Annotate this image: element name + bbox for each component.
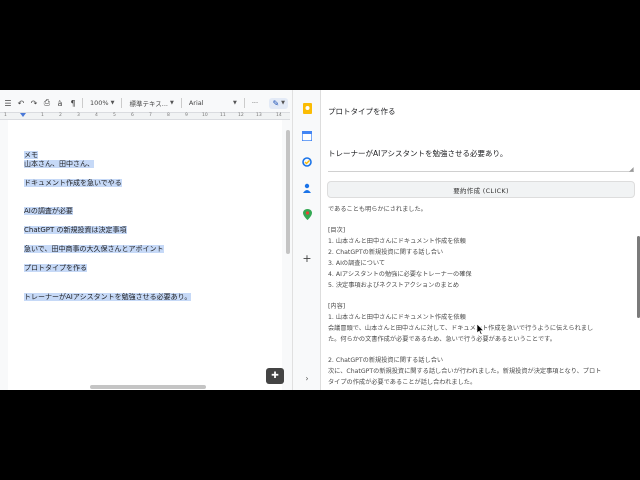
editing-mode-button[interactable]: ✎ ▼ [269, 97, 288, 109]
add-addon-icon[interactable]: + [301, 252, 313, 265]
toolbar-divider [243, 98, 245, 108]
ruler[interactable]: 1 1 2 3 4 5 6 7 8 9 10 11 12 13 14 [0, 112, 290, 120]
zoom-value: 100% [90, 99, 109, 107]
document-pane: ☰ ↶ ↷ ⎙ ȧ ¶ 100% ▼ 標準テキス... ▼ Arial ▼ ··· ✎… [0, 90, 292, 390]
indent-marker-icon[interactable] [20, 113, 26, 117]
ruler-tick: 7 [149, 113, 152, 118]
add-comment-button[interactable]: ✚ [266, 368, 284, 384]
side-panel-strip: + › [292, 90, 320, 390]
output-line: 4. AIアシスタントの勉強に必要なトレーナーの確保 [328, 271, 472, 278]
ruler-tick: 1 [4, 113, 7, 118]
chevron-down-icon: ▼ [169, 100, 174, 106]
doc-horizontal-scrollbar[interactable] [90, 385, 206, 389]
selected-text: プロトタイプを作る [24, 264, 87, 272]
selected-text: 急いで、田中商事の大久保さんとアポイント [24, 245, 164, 253]
font-value: Arial [188, 99, 204, 107]
generate-summary-button[interactable]: 要約作成 (CLICK) [327, 181, 635, 198]
mouse-pointer-icon [477, 324, 485, 335]
output-line: た。何らかの文書作成が必要であるため、急いで行う必要があるということです。 [328, 336, 556, 343]
selected-text: ドキュメント作成を急いでやる [24, 179, 122, 187]
app-frame: ☰ ↶ ↷ ⎙ ȧ ¶ 100% ▼ 標準テキス... ▼ Arial ▼ ··· ✎… [0, 90, 640, 390]
document-page[interactable]: メモ 山本さん、田中さん、 ドキュメント作成を急いでやる AIの調査が必要 Ch… [8, 120, 282, 390]
contacts-icon[interactable] [301, 182, 313, 194]
maps-icon[interactable] [301, 208, 313, 220]
zoom-select[interactable]: 100% ▼ [90, 99, 114, 107]
calendar-icon[interactable] [301, 130, 313, 142]
doc-toolbar: ☰ ↶ ↷ ⎙ ȧ ¶ 100% ▼ 標準テキス... ▼ Arial ▼ ··· ✎… [0, 94, 292, 112]
selected-text: ChatGPT の新規投資は決定事項 [24, 226, 127, 234]
output-line: 1. 山本さんと田中さんにドキュメント作成を依頼 [328, 238, 466, 245]
print-icon[interactable]: ⎙ [42, 98, 52, 108]
ruler-tick: 14 [276, 113, 282, 118]
ruler-tick: 10 [202, 113, 208, 118]
redo-icon[interactable]: ↷ [29, 98, 39, 108]
output-line: 5. 決定事項およびネクストアクションのまとめ [328, 282, 460, 289]
tasks-icon[interactable] [301, 156, 313, 168]
doc-line: ドキュメント作成を急いでやる [24, 179, 122, 188]
prompt-text-line: プロトタイプを作る [328, 107, 396, 116]
summary-output: であることも明らかにされました。 [目次] 1. 山本さんと田中さんにドキュメン… [327, 204, 627, 390]
ruler-tick: 1 [41, 113, 44, 118]
summary-panel: プロトタイプを作る トレーナーがAIアシスタントを勉強させる必要あり。 ◢ 要約… [320, 90, 640, 390]
font-select[interactable]: Arial ▼ [189, 99, 237, 107]
toolbar-divider [82, 98, 83, 108]
output-line: [内容] [328, 303, 346, 310]
doc-line: 急いで、田中商事の大久保さんとアポイント [24, 245, 164, 254]
doc-line: 山本さん、田中さん、 [24, 160, 94, 169]
selected-text: トレーナーがAIアシスタントを勉強させる必要あり。 [24, 293, 192, 301]
style-value: 標準テキス... [129, 100, 168, 108]
doc-line: AIの調査が必要 [24, 207, 73, 216]
keep-icon[interactable] [301, 102, 313, 114]
toolbar-divider [121, 98, 123, 108]
ruler-tick: 13 [256, 113, 262, 118]
output-line: タイプの作成が必要であることが話し合われました。 [328, 379, 477, 386]
doc-vertical-scrollbar[interactable] [286, 130, 290, 254]
ruler-tick: 5 [113, 113, 116, 118]
output-line: 3. AIの調査について [328, 260, 386, 267]
selected-text: メモ [24, 151, 38, 159]
output-line: 2. ChatGPTの新規投資に関する話し合い [328, 249, 444, 256]
paint-format-icon[interactable]: ¶ [68, 98, 78, 108]
ruler-tick: 3 [77, 113, 80, 118]
doc-line: トレーナーがAIアシスタントを勉強させる必要あり。 [24, 293, 192, 302]
ruler-tick: 2 [59, 113, 62, 118]
style-select[interactable]: 標準テキス... ▼ [129, 98, 173, 108]
selected-text: 山本さん、田中さん、 [24, 160, 94, 168]
textarea-bottom-border [328, 171, 634, 172]
ruler-tick: 11 [220, 113, 226, 118]
undo-icon[interactable]: ↶ [16, 98, 26, 108]
ruler-tick: 4 [95, 113, 98, 118]
doc-line: プロトタイプを作る [24, 264, 87, 273]
output-line: 会議冒頭で、山本さんと田中さんに対して、ドキュメント作成を急いで行うように伝えら… [328, 325, 594, 332]
output-line: 1. 山本さんと田中さんにドキュメント作成を依頼 [328, 314, 466, 321]
doc-line: ChatGPT の新規投資は決定事項 [24, 226, 127, 235]
comment-plus-icon: ✚ [271, 371, 279, 381]
selected-text: AIの調査が必要 [24, 207, 73, 215]
doc-line: メモ [24, 151, 38, 160]
chevron-down-icon: ▼ [110, 100, 115, 106]
output-line: 次に、ChatGPTの新規投資に関する話し合いが行われました。新規投資が決定事項… [328, 368, 602, 375]
output-line: であることも明らかにされました。 [328, 206, 427, 213]
resize-handle-icon[interactable]: ◢ [629, 166, 634, 173]
output-line: 2. ChatGPTの新規投資に関する話し合い [328, 357, 444, 364]
ruler-tick: 9 [185, 113, 188, 118]
more-options-button[interactable]: ··· [252, 99, 258, 107]
spellcheck-icon[interactable]: ȧ [55, 98, 65, 108]
search-menus-icon[interactable]: ☰ [3, 98, 13, 108]
ruler-tick: 8 [167, 113, 170, 118]
output-line: [目次] [328, 227, 346, 234]
prompt-text-line: トレーナーがAIアシスタントを勉強させる必要あり。 [328, 149, 508, 158]
ruler-tick: 12 [238, 113, 244, 118]
pencil-icon: ✎ [272, 98, 280, 108]
chevron-right-icon[interactable]: › [301, 372, 313, 384]
ruler-tick: 6 [131, 113, 134, 118]
toolbar-divider [180, 98, 182, 108]
chevron-down-icon: ▼ [281, 100, 285, 106]
chevron-down-icon: ▼ [232, 100, 237, 106]
